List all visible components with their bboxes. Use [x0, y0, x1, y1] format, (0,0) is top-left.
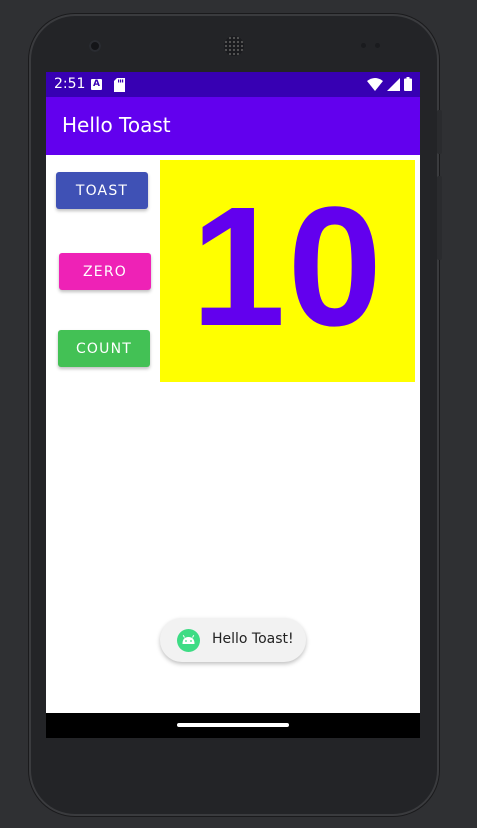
- status-time: 2:51: [54, 76, 86, 92]
- count-value: 10: [190, 172, 385, 362]
- app-title: Hello Toast: [62, 113, 171, 137]
- sd-card-icon: [114, 77, 125, 96]
- cell-signal-icon: [387, 76, 400, 95]
- home-gesture-handle[interactable]: [177, 723, 289, 727]
- status-icons: [367, 76, 412, 95]
- zero-button[interactable]: ZERO: [59, 253, 151, 290]
- app-bar: Hello Toast: [46, 97, 420, 155]
- battery-icon: [404, 76, 412, 95]
- toast-popup: Hello Toast!: [160, 618, 306, 662]
- android-icon: [177, 629, 200, 652]
- navigation-bar: [46, 713, 420, 738]
- wifi-icon: [367, 76, 383, 95]
- count-button[interactable]: COUNT: [58, 330, 150, 367]
- earpiece-speaker: [224, 36, 244, 56]
- status-bar: 2:51 A: [46, 72, 420, 97]
- toast-button[interactable]: TOAST: [56, 172, 148, 209]
- sensor-dot: [375, 43, 380, 48]
- sensor-dot: [361, 43, 366, 48]
- volume-button: [437, 176, 442, 260]
- a-icon: A: [91, 79, 102, 90]
- front-camera: [89, 40, 101, 52]
- toast-message: Hello Toast!: [212, 631, 294, 647]
- screen: 2:51 A Hello Toast TOAST ZERO COUNT 10 H…: [46, 72, 420, 738]
- count-display: 10: [160, 160, 415, 382]
- power-button: [437, 110, 442, 154]
- phone-top-bezel: [29, 14, 439, 72]
